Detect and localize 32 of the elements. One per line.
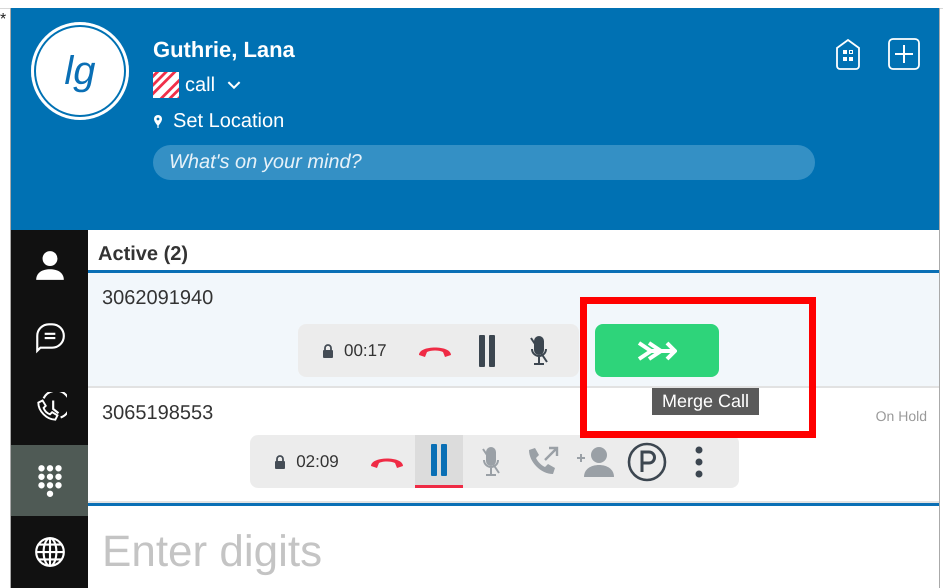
muted-mic-icon <box>528 336 549 366</box>
call-row[interactable]: 3062091940 00:17 <box>88 273 939 388</box>
lock-icon <box>274 454 286 468</box>
add-person-icon <box>574 446 615 478</box>
asterisk-mark: * <box>0 12 6 28</box>
striped-status-icon <box>153 72 179 98</box>
status-dropdown[interactable]: call <box>153 72 242 98</box>
parking-icon <box>626 442 667 482</box>
dialpad-tab[interactable] <box>11 444 88 516</box>
call-timer: 00:17 <box>344 340 387 360</box>
set-location-link[interactable]: Set Location <box>153 110 284 133</box>
hold-button[interactable] <box>414 435 463 488</box>
tooltip: Merge Call <box>652 388 760 415</box>
merge-arrows-icon <box>636 338 677 362</box>
section-heading: Active (2) <box>97 242 190 267</box>
muted-mic-icon <box>480 446 501 476</box>
user-name: Guthrie, Lana <box>153 36 296 64</box>
avatar[interactable]: lg <box>31 22 129 120</box>
call-timer: 02:09 <box>296 452 339 472</box>
mood-field[interactable]: What's on your mind? <box>153 145 815 180</box>
pin-icon <box>153 114 163 128</box>
pause-icon <box>476 334 497 366</box>
pause-icon <box>428 444 449 476</box>
digits-field[interactable]: Enter digits <box>88 506 939 582</box>
add-icon[interactable] <box>887 36 921 72</box>
chevron-down-icon <box>227 80 242 90</box>
more-icon <box>694 446 703 478</box>
globe-icon <box>32 535 66 570</box>
phone-number: 3065198553 <box>102 402 214 425</box>
call-state: On Hold <box>876 408 927 424</box>
phone-number: 3062091940 <box>102 287 214 310</box>
lock-icon <box>322 344 334 358</box>
